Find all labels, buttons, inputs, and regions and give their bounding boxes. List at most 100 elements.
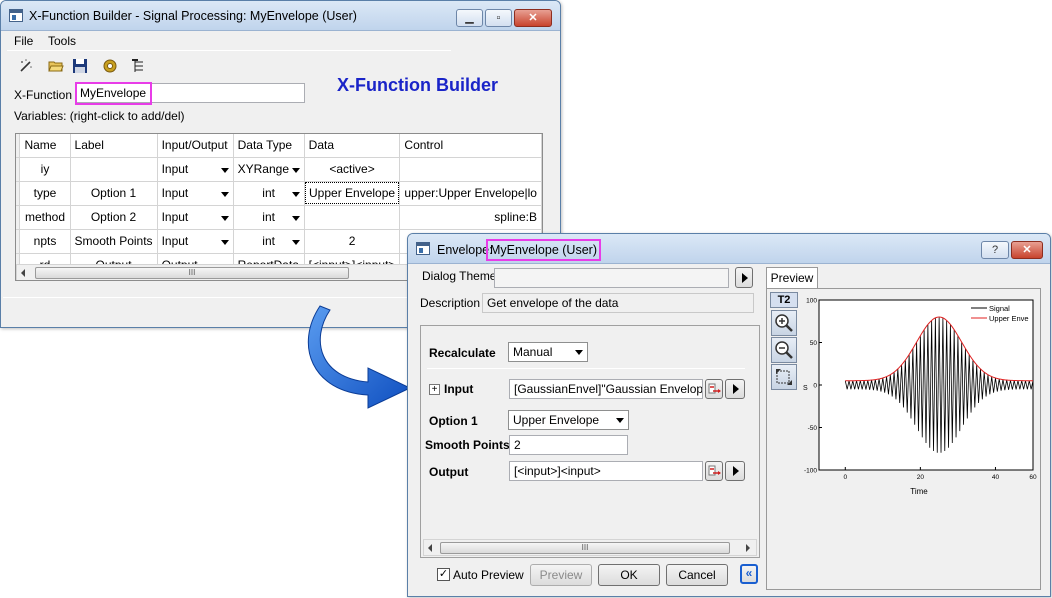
cell-io[interactable]: Input xyxy=(157,181,234,206)
cell-data[interactable] xyxy=(304,205,401,230)
column-header-data[interactable]: Data xyxy=(304,134,401,158)
collapse-button[interactable]: « xyxy=(740,564,758,584)
cell-control[interactable]: spline:B xyxy=(399,205,542,230)
save-icon[interactable] xyxy=(72,58,88,74)
tree-view-icon[interactable] xyxy=(131,58,147,74)
output-value: [<input>]<input> xyxy=(514,464,601,478)
table-row[interactable]: iy Input XYRange <active> xyxy=(16,157,542,182)
wand-icon[interactable] xyxy=(18,58,34,74)
dropdown-arrow-icon[interactable] xyxy=(291,239,300,245)
cell-name[interactable]: npts xyxy=(19,229,71,254)
window-icon xyxy=(416,242,430,255)
cell-io[interactable]: Input xyxy=(157,205,234,230)
close-button[interactable]: ✕ xyxy=(1011,241,1043,259)
recalculate-select[interactable]: Manual xyxy=(508,342,588,362)
cell-name[interactable]: type xyxy=(19,181,71,206)
table-row[interactable]: method Option 2 Input int spline:B xyxy=(16,205,542,230)
minimize-button[interactable]: ▁ xyxy=(456,9,483,27)
preview-button[interactable]: Preview xyxy=(530,564,592,586)
cell-control[interactable] xyxy=(399,157,542,182)
cancel-button-label: Cancel xyxy=(678,568,716,582)
column-header-label[interactable]: Label xyxy=(70,134,158,158)
theme-menu-button[interactable] xyxy=(735,267,753,288)
maximize-button[interactable]: ▫ xyxy=(485,9,512,27)
cell-type[interactable]: int xyxy=(233,229,305,254)
cell-io[interactable]: Input xyxy=(157,157,234,182)
cell-name[interactable]: iy xyxy=(19,157,71,182)
cell-label[interactable] xyxy=(70,157,158,182)
scroll-thumb[interactable]: III xyxy=(35,267,349,279)
status-divider xyxy=(3,297,413,298)
cell-label[interactable]: Smooth Points xyxy=(70,229,158,254)
scroll-thumb[interactable]: III xyxy=(440,542,730,554)
scroll-left-icon[interactable] xyxy=(21,269,25,277)
ok-button-label: OK xyxy=(620,568,638,582)
column-header-type[interactable]: Data Type xyxy=(233,134,305,158)
dropdown-arrow-icon[interactable] xyxy=(291,167,300,173)
input-range-field[interactable]: [GaussianEnvel]"Gaussian Envelope"!(A xyxy=(509,379,703,399)
settings-panel: Recalculate Manual + Input [GaussianEnve… xyxy=(420,325,760,558)
legend-label-signal: Signal xyxy=(989,304,1010,313)
output-field[interactable]: [<input>]<input> xyxy=(509,461,703,481)
cell-io[interactable]: Input xyxy=(157,229,234,254)
cell-io-value: Input xyxy=(161,186,189,200)
dropdown-arrow-icon[interactable] xyxy=(291,215,300,221)
option1-select[interactable]: Upper Envelope xyxy=(508,410,629,430)
recalculate-value: Manual xyxy=(513,345,553,359)
scroll-left-icon[interactable] xyxy=(428,544,432,552)
cell-type[interactable]: int xyxy=(233,181,305,206)
cell-data[interactable]: 2 xyxy=(304,229,401,254)
cancel-button[interactable]: Cancel xyxy=(666,564,728,586)
preview-tab[interactable]: Preview xyxy=(766,267,818,289)
dropdown-arrow-icon[interactable] xyxy=(220,191,229,197)
rescale-button[interactable] xyxy=(771,364,797,390)
cell-name[interactable]: method xyxy=(19,205,71,230)
auto-preview-checkbox[interactable]: ✓ xyxy=(437,568,450,581)
table-row[interactable]: type Option 1 Input int Upper Envelope u… xyxy=(16,181,542,206)
auto-preview-label[interactable]: Auto Preview xyxy=(453,568,524,582)
settings-horizontal-scrollbar[interactable]: III xyxy=(423,539,757,556)
cell-data-selected[interactable]: Upper Envelope xyxy=(304,181,401,206)
output-menu-button[interactable] xyxy=(725,461,745,481)
column-header-control[interactable]: Control xyxy=(399,134,542,158)
option1-value: Upper Envelope xyxy=(513,413,600,427)
preview-panel: T2 -100 -50 0 50 100 0 20 40 60 Time S Signal xyxy=(766,288,1041,590)
dropdown-arrow-icon[interactable] xyxy=(220,215,229,221)
input-menu-button[interactable] xyxy=(725,379,745,399)
cell-type[interactable]: XYRange xyxy=(233,157,305,182)
dialog-theme-field[interactable] xyxy=(494,268,729,288)
dropdown-arrow-icon[interactable] xyxy=(220,239,229,245)
expand-input-icon[interactable]: + xyxy=(429,384,440,395)
smooth-points-field[interactable]: 2 xyxy=(509,435,628,455)
zoom-out-button[interactable] xyxy=(771,337,797,363)
t2-label: T2 xyxy=(770,292,798,308)
zoom-in-button[interactable] xyxy=(771,310,797,336)
menu-tools[interactable]: Tools xyxy=(48,34,76,48)
cell-label[interactable]: Option 2 xyxy=(70,205,158,230)
window-icon xyxy=(9,9,23,22)
cell-label[interactable]: Option 1 xyxy=(70,181,158,206)
input-range-select-button[interactable] xyxy=(705,379,723,399)
dropdown-arrow-icon[interactable] xyxy=(291,191,300,197)
play-arrow-icon xyxy=(742,273,748,283)
menu-file[interactable]: File xyxy=(14,34,33,48)
close-button[interactable]: ✕ xyxy=(514,9,552,27)
scroll-right-icon[interactable] xyxy=(746,544,750,552)
help-button[interactable]: ? xyxy=(981,241,1009,259)
cell-type-value: XYRange xyxy=(237,162,289,176)
open-folder-icon[interactable] xyxy=(48,58,64,74)
chevron-down-icon xyxy=(575,350,583,355)
gear-icon[interactable] xyxy=(102,58,118,74)
column-header-io[interactable]: Input/Output xyxy=(157,134,234,158)
dropdown-arrow-icon[interactable] xyxy=(220,167,229,173)
column-header-name[interactable]: Name xyxy=(19,134,71,158)
cell-type[interactable]: int xyxy=(233,205,305,230)
ok-button[interactable]: OK xyxy=(598,564,660,586)
cell-io-value: Input xyxy=(161,162,189,176)
play-arrow-icon xyxy=(733,466,739,476)
cell-control[interactable]: upper:Upper Envelope|lo xyxy=(399,181,542,206)
output-select-button[interactable] xyxy=(705,461,723,481)
rescale-icon xyxy=(776,369,792,385)
env-title-prefix: Envelope: xyxy=(437,243,493,257)
cell-data[interactable]: <active> xyxy=(304,157,401,182)
